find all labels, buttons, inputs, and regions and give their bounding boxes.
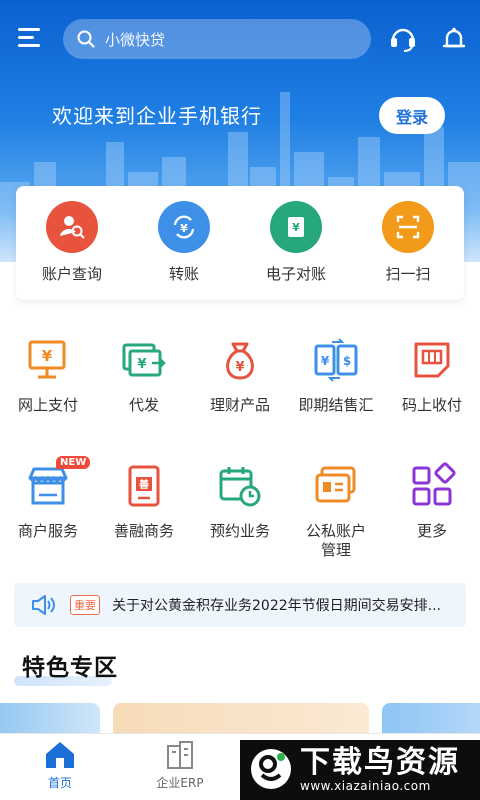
important-tag: 重要 — [70, 595, 100, 615]
more-button[interactable]: 更多 — [384, 462, 480, 560]
svg-text:¥: ¥ — [137, 357, 146, 372]
watermark-logo: 下载鸟资源 www.xiazainiao.com — [240, 740, 480, 800]
account-query-icon — [46, 201, 98, 253]
merchant-service-button[interactable]: NEW 商户服务 — [0, 456, 96, 560]
announcement-bar[interactable]: 重要 关于对公黄金积存业务2022年节假日期间交易安排... — [14, 583, 466, 627]
svg-text:¥: ¥ — [321, 354, 330, 368]
payroll-button[interactable]: ¥ 代发 — [96, 336, 192, 415]
transfer-button[interactable]: ¥ 转账 — [134, 201, 234, 300]
announcement-text: 关于对公黄金积存业务2022年节假日期间交易安排... — [112, 598, 441, 614]
more-grid-icon — [412, 462, 456, 506]
feature-cards-carousel — [0, 703, 480, 743]
service-grid-row-1: ¥ 网上支付 ¥ 代发 ¥ 理财产品 ¥ $ 即期结售汇 码上收付 — [0, 336, 480, 415]
merchant-store-icon — [28, 467, 68, 505]
watermark-name: 下载鸟资源 — [300, 745, 460, 780]
new-badge: NEW — [56, 456, 91, 469]
welcome-text: 欢迎来到企业手机银行 — [52, 104, 262, 128]
scan-button[interactable]: 扫一扫 — [358, 201, 458, 300]
service-label: 代发 — [128, 396, 159, 414]
account-query-button[interactable]: 账户查询 — [22, 201, 122, 300]
quick-action-label: 转账 — [168, 265, 199, 283]
tab-label: 首页 — [47, 776, 72, 790]
quick-actions-card: 账户查询 ¥ 转账 ¥ 电子对账 扫一扫 — [16, 186, 464, 300]
fx-exchange-icon: ¥ $ — [314, 338, 358, 382]
search-bar[interactable]: 小微快贷 — [63, 19, 371, 59]
page: 小微快贷 欢迎来到企业手机银行 登录 账户查询 ¥ 转账 ¥ 电子对账 扫一扫 … — [0, 0, 480, 800]
service-label: 即期结售汇 — [298, 396, 374, 414]
wealth-products-button[interactable]: ¥ 理财产品 — [192, 336, 288, 415]
online-pay-button[interactable]: ¥ 网上支付 — [0, 336, 96, 415]
service-label: 码上收付 — [401, 396, 462, 414]
fx-exchange-button[interactable]: ¥ $ 即期结售汇 — [288, 336, 384, 415]
search-icon — [77, 30, 95, 48]
e-reconciliation-icon: ¥ — [270, 201, 322, 253]
svg-text:¥: ¥ — [42, 347, 53, 365]
service-label: 商户服务 — [17, 522, 78, 540]
menu-button[interactable] — [18, 26, 42, 50]
login-button[interactable]: 登录 — [379, 97, 445, 134]
svg-text:$: $ — [343, 354, 351, 368]
tab-erp[interactable]: 企业ERP — [120, 734, 240, 800]
service-label: 网上支付 — [17, 396, 78, 414]
reservation-button[interactable]: 预约业务 — [192, 462, 288, 560]
account-card-icon — [315, 466, 356, 503]
service-grid-row-2: NEW 商户服务 善 善融商务 预约业务 公私账户 管理 更多 — [0, 456, 480, 560]
quick-action-label: 账户查询 — [41, 265, 102, 283]
svg-text:善: 善 — [139, 478, 149, 491]
code-pay-icon — [414, 342, 450, 378]
scan-icon — [382, 201, 434, 253]
speaker-icon — [32, 595, 55, 615]
tab-label: 企业ERP — [156, 776, 204, 790]
shanrong-button[interactable]: 善 善融商务 — [96, 462, 192, 560]
svg-text:¥: ¥ — [235, 360, 244, 375]
bird-logo-icon — [251, 749, 291, 789]
watermark-url: www.xiazainiao.com — [300, 779, 431, 793]
online-pay-icon: ¥ — [28, 340, 66, 379]
feature-section-title: 特色专区 — [22, 655, 118, 681]
erp-building-icon — [167, 741, 193, 769]
service-label: 预约业务 — [209, 522, 270, 540]
transfer-icon: ¥ — [158, 201, 210, 253]
service-label: 公私账户 管理 — [305, 522, 366, 559]
shanrong-icon: 善 — [128, 465, 160, 507]
service-label: 理财产品 — [209, 396, 270, 414]
home-icon — [46, 742, 74, 768]
account-management-button[interactable]: 公私账户 管理 — [288, 462, 384, 560]
code-pay-button[interactable]: 码上收付 — [384, 336, 480, 415]
svg-text:¥: ¥ — [180, 222, 188, 235]
e-reconciliation-button[interactable]: ¥ 电子对账 — [246, 201, 346, 300]
calendar-clock-icon — [219, 467, 261, 507]
tab-home[interactable]: 首页 — [0, 734, 120, 800]
customer-service-icon[interactable] — [388, 24, 418, 54]
wealth-bag-icon: ¥ — [226, 342, 254, 380]
search-placeholder: 小微快贷 — [105, 30, 166, 49]
service-label: 更多 — [416, 522, 447, 540]
top-bar: 小微快贷 — [0, 14, 480, 64]
svg-text:¥: ¥ — [292, 221, 300, 234]
quick-action-label: 扫一扫 — [385, 265, 431, 283]
service-label: 善融商务 — [113, 522, 174, 540]
quick-action-label: 电子对账 — [265, 265, 326, 283]
bell-icon[interactable] — [439, 24, 469, 54]
payroll-icon: ¥ — [122, 343, 166, 377]
